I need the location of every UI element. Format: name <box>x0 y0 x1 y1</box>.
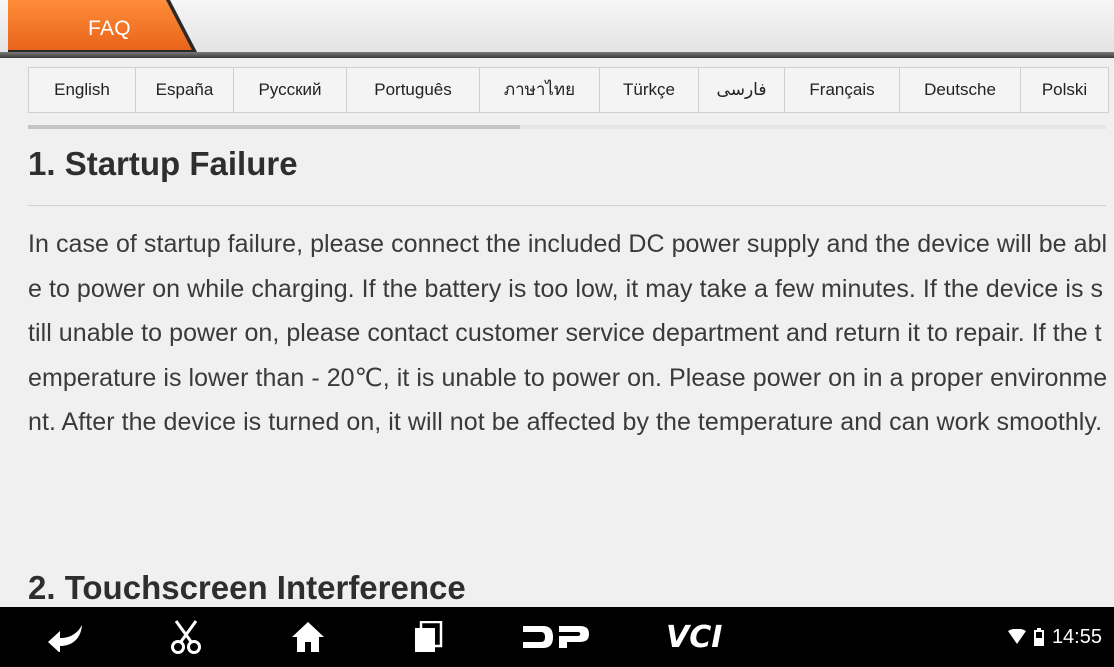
section-title: 2. Touchscreen Interference <box>28 569 466 606</box>
language-tab-portuguese[interactable]: Português <box>347 68 480 112</box>
wifi-icon <box>1007 629 1026 645</box>
home-button[interactable] <box>282 607 334 667</box>
navigation-bar: VCI 14:55 <box>0 607 1114 667</box>
language-tab-russian[interactable]: Русский <box>234 68 347 112</box>
title-divider <box>28 205 1106 206</box>
scissors-icon <box>171 620 201 654</box>
svg-text:VCI: VCI <box>666 620 722 654</box>
language-tab-thai[interactable]: ภาษาไทย <box>480 68 600 112</box>
language-tab-english[interactable]: English <box>29 68 136 112</box>
battery-icon <box>1033 628 1044 646</box>
language-scroll-thumb[interactable] <box>28 125 520 129</box>
vci-icon: VCI <box>666 620 722 654</box>
section-body: In case of startup failure, please conne… <box>28 230 1108 436</box>
recent-apps-button[interactable] <box>402 607 454 667</box>
dp-logo-icon <box>523 626 589 648</box>
recent-apps-icon <box>415 621 443 652</box>
scissors-button[interactable] <box>160 607 212 667</box>
back-icon <box>48 625 82 652</box>
language-tab-persian[interactable]: فارسی <box>699 68 785 112</box>
clock: 14:55 <box>1051 625 1102 648</box>
language-tab-espana[interactable]: España <box>136 68 234 112</box>
header-divider <box>0 52 1114 58</box>
language-tab-polish[interactable]: Polski <box>1021 68 1108 112</box>
status-area: 14:55 <box>1007 607 1102 667</box>
dp-logo-button[interactable] <box>520 607 592 667</box>
language-tab-french[interactable]: Français <box>785 68 900 112</box>
top-header: FAQ <box>0 0 1114 58</box>
language-bar: English España Русский Português ภาษาไทย… <box>28 67 1109 113</box>
back-button[interactable] <box>40 607 92 667</box>
faq-tab-label: FAQ <box>88 17 131 40</box>
language-tab-turkish[interactable]: Türkçe <box>600 68 699 112</box>
section-title: 1. Startup Failure <box>28 145 298 182</box>
language-tab-german[interactable]: Deutsche <box>900 68 1021 112</box>
vci-button[interactable]: VCI <box>662 607 742 667</box>
home-icon <box>292 622 324 652</box>
faq-tab[interactable]: FAQ <box>8 0 198 54</box>
